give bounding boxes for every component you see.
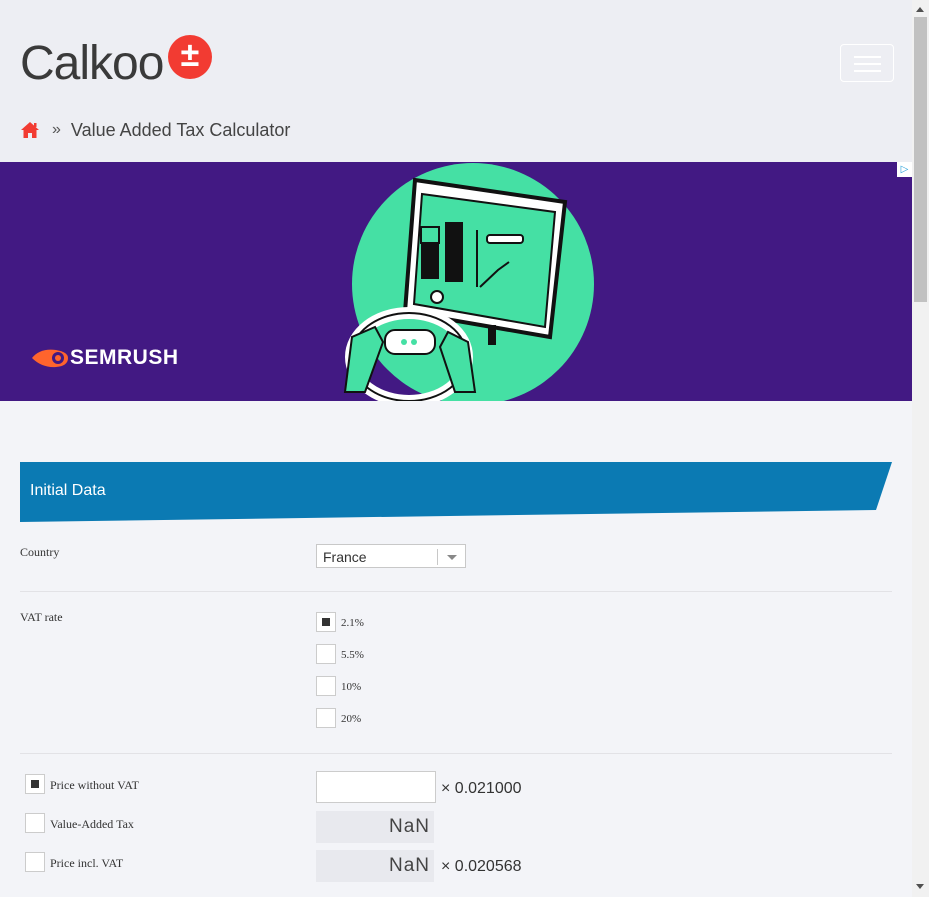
vat-rate-radio-10[interactable] (316, 676, 336, 696)
country-label: Country (20, 545, 60, 559)
section-header-initial-data: Initial Data (20, 462, 892, 522)
price-incl-vat-label: Price incl. VAT (50, 856, 124, 870)
menu-bar-icon (854, 56, 881, 58)
logo-text[interactable]: Calkoo (20, 36, 164, 91)
factor-without-vat: × 0.021000 (441, 780, 522, 797)
ad-choices-icon[interactable]: ▷ (897, 162, 912, 177)
breadcrumb: » Value Added Tax Calculator (20, 118, 290, 142)
mode-radio-price-incl-vat[interactable] (25, 852, 45, 872)
vat-rate-radio-20[interactable] (316, 708, 336, 728)
mode-radio-value-added-tax[interactable] (25, 813, 45, 833)
section-title: Initial Data (30, 482, 106, 499)
select-divider (437, 549, 438, 565)
logo-plus-minus-icon[interactable]: ± (168, 35, 212, 79)
vat-rate-option-label: 20% (341, 713, 362, 725)
semrush-logo[interactable]: SEMRUSH (30, 346, 179, 370)
menu-bar-icon (854, 63, 881, 65)
price-without-vat-label: Price without VAT (50, 778, 139, 792)
vat-amount-label: Value-Added Tax (50, 817, 134, 831)
chevron-down-icon (447, 555, 457, 560)
vat-amount-output: NaN (316, 811, 434, 843)
price-incl-vat-output: NaN (316, 850, 434, 882)
vat-rate-option-label: 2.1% (341, 617, 364, 629)
vat-rate-radio-5-5[interactable] (316, 644, 336, 664)
breadcrumb-current-page: Value Added Tax Calculator (70, 119, 291, 140)
vat-rate-label: VAT rate (20, 610, 63, 624)
divider (20, 591, 892, 592)
menu-bar-icon (854, 70, 881, 72)
country-select[interactable]: France (316, 544, 466, 568)
semrush-wordmark: SEMRUSH (70, 346, 179, 369)
vat-rate-option-label: 5.5% (341, 649, 364, 661)
country-select-value: France (323, 549, 367, 565)
semrush-flame-icon (32, 349, 68, 368)
divider (20, 753, 892, 754)
site-header: Calkoo ± » Value Added Tax Calculator (0, 0, 912, 162)
scroll-down-arrow-icon[interactable] (916, 884, 924, 889)
vat-rate-option-label: 10% (341, 681, 362, 693)
mode-radio-price-without-vat[interactable] (25, 774, 45, 794)
section-header-shape (20, 462, 892, 522)
scroll-up-arrow-icon[interactable] (916, 7, 924, 12)
vat-rate-radio-2-1[interactable] (316, 612, 336, 632)
hamburger-menu-button[interactable] (840, 44, 894, 82)
scrollbar-thumb[interactable] (914, 17, 927, 302)
factor-incl-vat: × 0.020568 (441, 858, 522, 875)
vertical-scrollbar[interactable] (912, 0, 929, 897)
home-icon[interactable] (20, 120, 40, 140)
price-without-vat-input[interactable] (316, 771, 436, 803)
breadcrumb-separator: » (52, 121, 61, 138)
